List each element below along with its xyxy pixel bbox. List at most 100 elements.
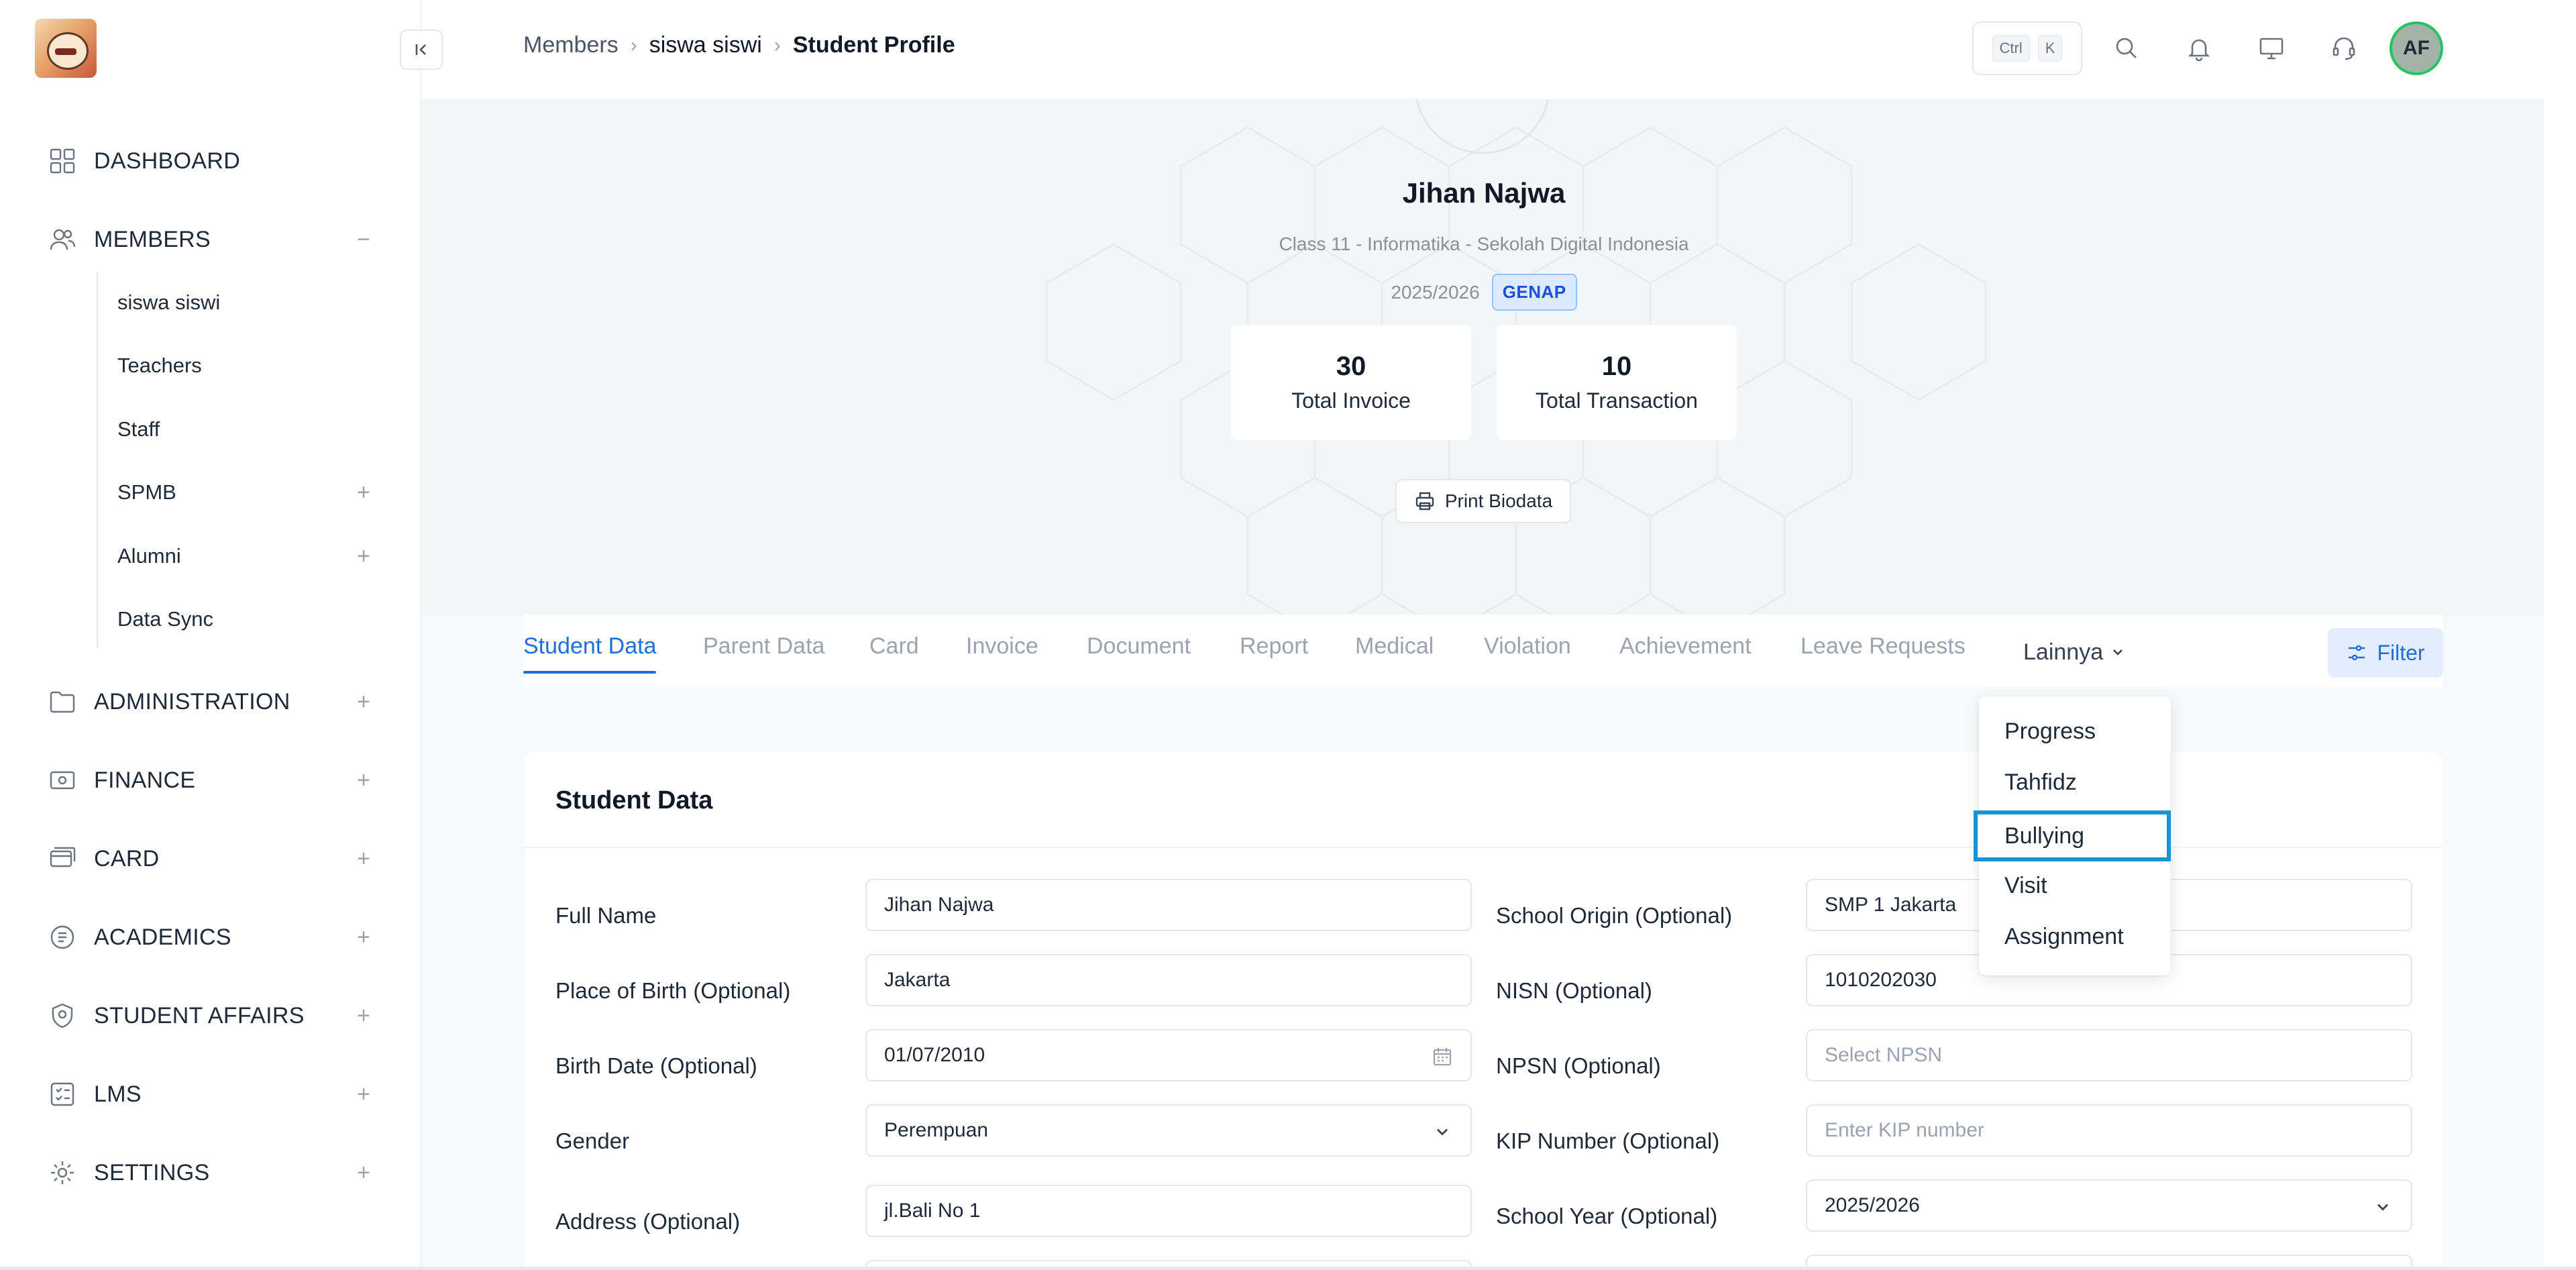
sidebar-subitem-alumni[interactable]: Alumni +	[117, 537, 377, 575]
chevron-down-icon	[1429, 1118, 1456, 1145]
expand-toggle[interactable]: +	[350, 479, 377, 506]
kbd-k: K	[2037, 35, 2063, 62]
student-class-info: Class 11 - Informatika - Sekolah Digital…	[1279, 233, 1689, 254]
sidebar-collapse-button[interactable]	[400, 30, 443, 70]
sidebar-subitem-spmb[interactable]: SPMB +	[117, 474, 377, 511]
expand-toggle[interactable]: +	[350, 543, 377, 570]
sidebar-item-student-affairs[interactable]: STUDENT AFFAIRS +	[48, 996, 377, 1036]
sidebar-subitem-label: Data Sync	[117, 607, 214, 631]
sidebar-item-label: SETTINGS	[94, 1159, 210, 1185]
school-year-select[interactable]: 2025/2026	[1806, 1179, 2412, 1232]
sidebar-subitem-teachers[interactable]: Teachers	[117, 347, 377, 384]
academic-year: 2025/2026	[1391, 281, 1480, 303]
sidebar-item-label: STUDENT AFFAIRS	[94, 1002, 305, 1028]
sidebar-item-settings[interactable]: SETTINGS +	[48, 1153, 377, 1193]
sidebar-subitem-siswa-siswi[interactable]: siswa siswi	[117, 284, 377, 321]
menu-item-label: Progress	[2004, 718, 2096, 744]
tab-violation[interactable]: Violation	[1484, 633, 1571, 671]
wallet-icon	[48, 766, 76, 794]
address-input[interactable]: jl.Bali No 1	[865, 1185, 1472, 1237]
expand-toggle[interactable]: +	[350, 1081, 377, 1108]
collapse-toggle[interactable]: −	[350, 226, 377, 253]
sidebar-item-label: ACADEMICS	[94, 924, 231, 950]
sidebar-item-administration[interactable]: ADMINISTRATION +	[48, 682, 377, 722]
menu-item-visit[interactable]: Visit	[1979, 861, 2171, 910]
sidebar-item-label: DASHBOARD	[94, 148, 241, 174]
sidebar-item-lms[interactable]: LMS +	[48, 1074, 377, 1114]
tab-document[interactable]: Document	[1087, 633, 1191, 671]
sidebar-subitem-label: SPMB	[117, 480, 176, 504]
printer-icon	[1415, 492, 1434, 511]
profile-tabs: Student Data Parent Data Card Invoice Do…	[523, 615, 2443, 687]
tab-leave-requests[interactable]: Leave Requests	[1801, 633, 1966, 671]
stat-value: 30	[1336, 352, 1366, 381]
expand-toggle[interactable]: +	[350, 1002, 377, 1029]
field-value: 01/07/2010	[884, 1044, 985, 1066]
full-name-input[interactable]: Jihan Najwa	[865, 879, 1472, 931]
chevron-down-icon	[2113, 649, 2123, 655]
expand-toggle[interactable]: +	[350, 767, 377, 794]
menu-item-progress[interactable]: Progress	[1979, 707, 2171, 755]
tab-parent-data[interactable]: Parent Data	[703, 633, 824, 671]
expand-toggle[interactable]: +	[350, 924, 377, 951]
submenu-guide-line	[97, 272, 98, 648]
menu-item-bullying[interactable]: Bullying	[1974, 810, 2171, 861]
expand-toggle[interactable]: +	[350, 688, 377, 715]
tab-medical[interactable]: Medical	[1355, 633, 1434, 671]
field-value: Jihan Najwa	[884, 894, 994, 916]
sidebar-item-card[interactable]: CARD +	[48, 839, 377, 879]
gender-select[interactable]: Perempuan	[865, 1104, 1472, 1157]
sidebar-item-label: CARD	[94, 845, 160, 871]
sidebar-item-academics[interactable]: ACADEMICS +	[48, 917, 377, 957]
app-logo[interactable]	[35, 19, 97, 78]
sidebar-item-dashboard[interactable]: DASHBOARD	[48, 141, 377, 181]
expand-toggle[interactable]: +	[350, 1159, 377, 1186]
breadcrumb-siswa-siswi[interactable]: siswa siswi	[649, 32, 762, 58]
sidebar-item-label: LMS	[94, 1081, 142, 1107]
tab-student-data[interactable]: Student Data	[523, 633, 657, 674]
sidebar-item-label: FINANCE	[94, 767, 196, 793]
npsn-select[interactable]: Select NPSN	[1806, 1029, 2412, 1081]
tab-report[interactable]: Report	[1240, 633, 1308, 671]
stat-card-transaction[interactable]: 10 Total Transaction	[1497, 325, 1737, 440]
sidebar-item-finance[interactable]: FINANCE +	[48, 760, 377, 800]
calendar-icon[interactable]	[1429, 1043, 1456, 1070]
sidebar-subitem-label: Staff	[117, 417, 160, 441]
menu-item-assignment[interactable]: Assignment	[1979, 912, 2171, 961]
place-of-birth-input[interactable]: Jakarta	[865, 954, 1472, 1006]
sidebar-item-label: MEMBERS	[94, 226, 211, 252]
menu-item-label: Bullying	[2004, 823, 2085, 849]
student-affairs-icon	[48, 1002, 76, 1030]
command-palette-shortcut[interactable]: Ctrl K	[1972, 21, 2082, 75]
chevron-right-icon: ›	[773, 34, 781, 56]
sidebar-subitem-data-sync[interactable]: Data Sync	[117, 600, 377, 638]
field-value: Jakarta	[884, 969, 951, 991]
search-icon[interactable]	[2108, 30, 2145, 67]
tab-invoice[interactable]: Invoice	[966, 633, 1038, 671]
tab-achievement[interactable]: Achievement	[1619, 633, 1752, 671]
tab-card[interactable]: Card	[869, 633, 919, 671]
tab-more[interactable]: Lainnya	[2023, 633, 2126, 671]
gender-label: Gender	[555, 1128, 630, 1153]
field-value: 1010202030	[1825, 969, 1937, 991]
bell-icon[interactable]	[2180, 30, 2218, 67]
birth-date-input[interactable]: 01/07/2010	[865, 1029, 1472, 1081]
full-name-label: Full Name	[555, 903, 657, 928]
sidebar: DASHBOARD MEMBERS − siswa siswi Teachers…	[0, 0, 421, 1270]
sidebar-subitem-staff[interactable]: Staff	[117, 411, 377, 448]
menu-item-tahfidz[interactable]: Tahfidz	[1979, 758, 2171, 806]
filter-label: Filter	[2377, 640, 2425, 665]
kbd-ctrl: Ctrl	[1992, 35, 2030, 62]
headset-icon[interactable]	[2325, 30, 2363, 67]
monitor-icon[interactable]	[2253, 30, 2290, 67]
user-avatar[interactable]: AF	[2390, 21, 2443, 75]
filter-button[interactable]: Filter	[2328, 628, 2443, 678]
sidebar-item-members[interactable]: MEMBERS −	[48, 219, 377, 260]
print-biodata-button[interactable]: Print Biodata	[1395, 479, 1571, 523]
nisn-label: NISN (Optional)	[1496, 978, 1652, 1003]
breadcrumb-members[interactable]: Members	[523, 32, 619, 58]
expand-toggle[interactable]: +	[350, 845, 377, 872]
stat-card-invoice[interactable]: 30 Total Invoice	[1231, 325, 1471, 440]
field-value: Perempuan	[884, 1119, 989, 1141]
kip-number-input[interactable]: Enter KIP number	[1806, 1104, 2412, 1157]
